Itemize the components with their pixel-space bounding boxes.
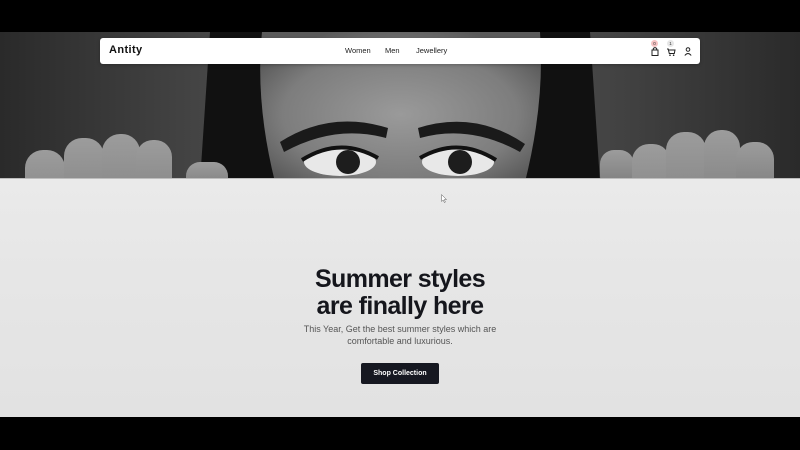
cart-badge: 1 (667, 40, 674, 47)
hero-subtext: This Year, Get the best summer styles wh… (0, 323, 800, 347)
hero-section (0, 32, 800, 417)
bag-button[interactable]: 0 (649, 40, 661, 57)
shop-collection-button[interactable]: Shop Collection (361, 363, 439, 384)
account-button[interactable] (682, 45, 694, 57)
nav-link-jewellery[interactable]: Jewellery (416, 46, 447, 55)
hero-headline-line1: Summer styles (314, 265, 486, 293)
nav-link-women[interactable]: Women (345, 46, 371, 55)
hero-subtext-line2: comfortable and luxurious. (347, 336, 453, 346)
user-icon (684, 47, 692, 56)
hero-headline: Summer styles are finally here (0, 266, 800, 320)
hero-headline-line2: are finally here (316, 292, 484, 320)
mouse-cursor-icon (441, 194, 447, 203)
cart-button[interactable]: 1 (665, 40, 677, 57)
bag-badge: 0 (651, 40, 658, 47)
top-navbar: Antity Women Men Jewellery 0 1 (100, 38, 700, 64)
hero-subtext-line1: This Year, Get the best summer styles wh… (303, 324, 497, 334)
nav-link-men[interactable]: Men (385, 46, 400, 55)
nav-links: Women Men Jewellery (100, 38, 700, 64)
